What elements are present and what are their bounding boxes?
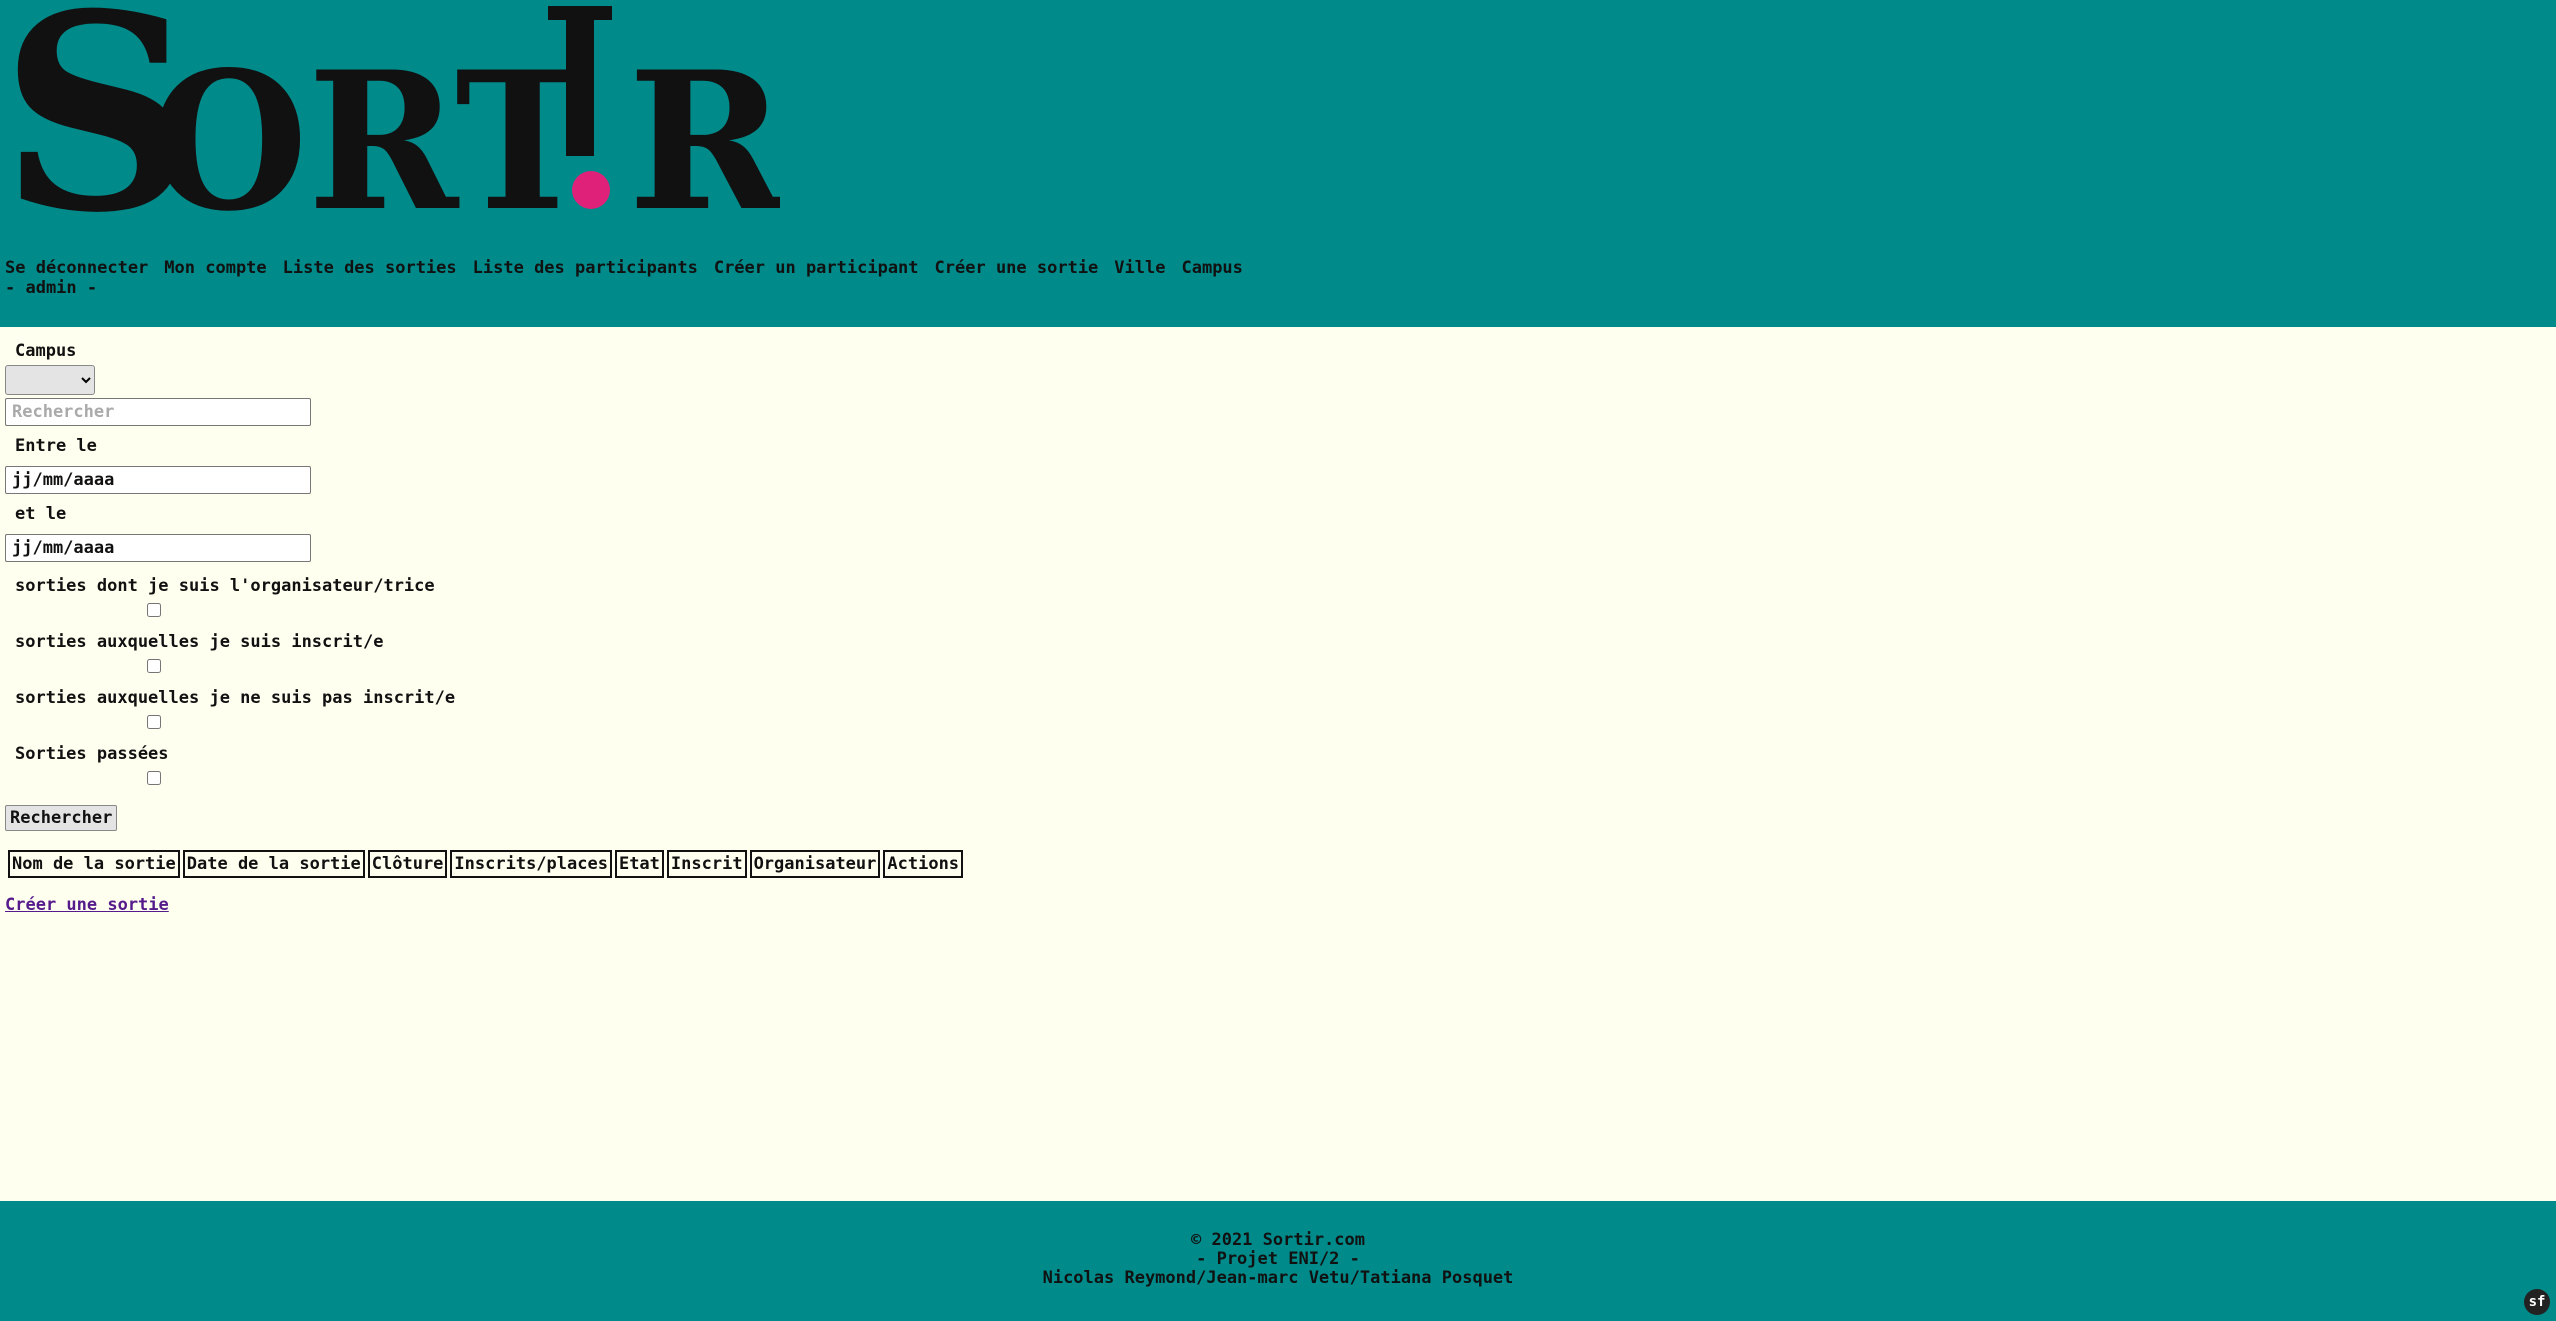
date-to-input[interactable] — [5, 534, 311, 562]
svg-text:ORT: ORT — [150, 30, 590, 215]
nav-create-participant-link[interactable]: Créer un participant — [714, 258, 919, 278]
organizer-filter-checkbox[interactable] — [147, 603, 161, 617]
search-input[interactable] — [5, 398, 311, 426]
main-content: Campus Entre le et le sorties dont je su… — [5, 327, 2545, 915]
nav-city-link[interactable]: Ville — [1114, 258, 1165, 278]
registered-filter-label: sorties auxquelles je suis inscrit/e — [15, 632, 384, 652]
nav-outings-list-link[interactable]: Liste des sorties — [283, 258, 457, 278]
nav-create-outing-link[interactable]: Créer une sortie — [935, 258, 1099, 278]
footer-project: - Projet ENI/2 - — [1196, 1249, 1360, 1269]
col-organizer-header: Organisateur — [749, 850, 881, 878]
nav-campus-link[interactable]: Campus — [1181, 258, 1242, 278]
site-header: S ORT R Se déconnecter Mon compte Liste de… — [0, 0, 2556, 327]
footer-authors: Nicolas Reymond/Jean-marc Vetu/Tatiana P… — [1042, 1268, 1514, 1288]
col-closing-header: Clôture — [367, 850, 448, 878]
not-registered-filter-label: sorties auxquelles je ne suis pas inscri… — [15, 688, 456, 708]
nav-logout-link[interactable]: Se déconnecter — [5, 258, 148, 278]
site-logo[interactable]: S ORT R — [0, 0, 780, 215]
filter-form: Campus Entre le et le sorties dont je su… — [5, 327, 2545, 831]
nav-participants-list-link[interactable]: Liste des participants — [473, 258, 698, 278]
organizer-filter-label: sorties dont je suis l'organisateur/tric… — [15, 576, 435, 596]
table-header-row: Nom de la sortie Date de la sortie Clôtu… — [8, 850, 964, 878]
logo-dot — [572, 171, 610, 209]
past-outings-filter-label: Sorties passées — [15, 744, 169, 764]
col-state-header: Etat — [614, 850, 664, 878]
date-from-label: Entre le — [15, 436, 97, 456]
site-footer: © 2021 Sortir.com - Projet ENI/2 - Nicol… — [0, 1201, 2556, 1321]
svg-text:R: R — [628, 30, 780, 215]
footer-copyright: © 2021 Sortir.com — [1191, 1230, 1365, 1250]
date-to-label: et le — [15, 504, 67, 524]
logo-graphic: S ORT R — [0, 0, 780, 215]
create-outing-link[interactable]: Créer une sortie — [5, 895, 2545, 915]
nav-account-link[interactable]: Mon compte — [164, 258, 266, 278]
symfony-icon[interactable]: sf — [2524, 1289, 2550, 1315]
current-user: - admin - — [5, 278, 98, 298]
past-outings-filter-checkbox[interactable] — [147, 771, 161, 785]
search-button[interactable]: Rechercher — [5, 805, 118, 831]
col-date-header: Date de la sortie — [182, 850, 365, 878]
col-registered-places-header: Inscrits/places — [450, 850, 612, 878]
not-registered-filter-checkbox[interactable] — [147, 715, 161, 729]
registered-filter-checkbox[interactable] — [147, 659, 161, 673]
col-registered-header: Inscrit — [666, 850, 747, 878]
main-nav: Se déconnecter Mon compte Liste des sortie… — [5, 258, 1259, 298]
col-name-header: Nom de la sortie — [8, 850, 180, 878]
outings-table: Nom de la sortie Date de la sortie Clôtu… — [5, 847, 966, 881]
col-actions-header: Actions — [883, 850, 964, 878]
campus-label: Campus — [15, 341, 77, 361]
date-from-input[interactable] — [5, 466, 311, 494]
campus-select[interactable] — [5, 365, 95, 395]
